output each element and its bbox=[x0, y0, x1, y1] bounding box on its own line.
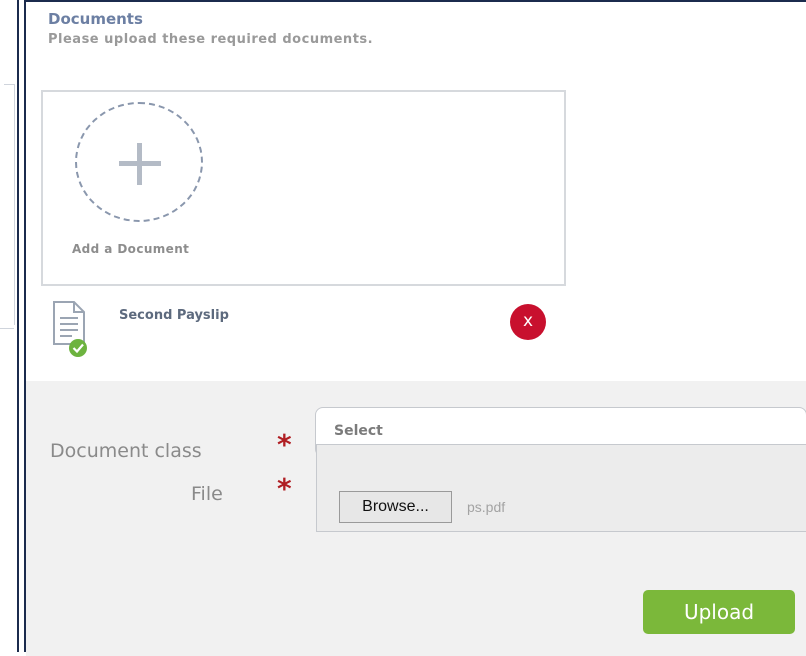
file-label: File bbox=[191, 483, 223, 505]
document-check-icon bbox=[53, 301, 87, 357]
document-class-value: Select bbox=[334, 423, 383, 439]
remove-document-button[interactable]: x bbox=[510, 304, 546, 340]
add-document-button[interactable] bbox=[75, 102, 203, 222]
add-document-label: Add a Document bbox=[72, 242, 190, 256]
document-class-label: Document class bbox=[50, 440, 202, 462]
panel-divider bbox=[4, 84, 15, 325]
browse-button[interactable]: Browse... bbox=[339, 491, 452, 523]
upload-form: Document class * Select File * Browse...… bbox=[26, 381, 806, 656]
file-input-value: ps.pdf bbox=[467, 499, 506, 515]
required-indicator: * bbox=[277, 428, 292, 461]
section-title: Documents bbox=[48, 10, 143, 28]
add-document-area: Add a Document bbox=[41, 90, 566, 286]
section-subtitle: Please upload these required documents. bbox=[48, 32, 374, 47]
plus-icon bbox=[137, 143, 142, 185]
panel-divider bbox=[0, 290, 14, 329]
file-input: Browse... ps.pdf bbox=[316, 444, 806, 532]
left-side-panel bbox=[0, 0, 19, 652]
documents-panel: Documents Please upload these required d… bbox=[24, 0, 806, 656]
upload-button[interactable]: Upload bbox=[643, 590, 795, 634]
uploaded-file-name: Second Payslip bbox=[119, 308, 229, 323]
required-indicator: * bbox=[277, 472, 292, 505]
